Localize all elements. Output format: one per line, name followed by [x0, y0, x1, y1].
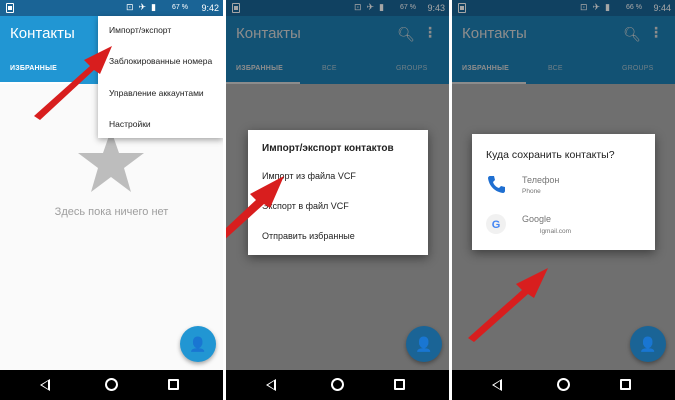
tab-favorites[interactable]: ИЗБРАННЫЕ — [10, 65, 57, 72]
svg-text:G: G — [492, 219, 501, 231]
account-name: Телефон — [522, 175, 560, 185]
add-contact-button: 👤 — [630, 326, 666, 362]
app-title: Контакты — [10, 25, 75, 42]
star-icon — [78, 130, 144, 192]
nav-bar — [0, 370, 223, 400]
recents-icon[interactable] — [394, 379, 405, 390]
add-person-icon: 👤 — [639, 336, 657, 352]
scrim-top — [226, 16, 449, 84]
menu-item-manage-accounts[interactable]: Управление аккаунтами — [109, 88, 204, 98]
back-icon[interactable] — [40, 379, 50, 391]
battery-percent: 67 % — [172, 4, 188, 11]
account-email: lgmail.com — [540, 228, 572, 235]
add-person-icon: 👤 — [189, 336, 207, 352]
phone-icon — [488, 176, 505, 193]
status-bar: ⊡✈▮ 67 % 9:42 — [0, 0, 223, 16]
scrim-status — [226, 0, 449, 16]
home-icon[interactable] — [557, 378, 570, 391]
status-icons: ⊡✈▮ — [126, 2, 162, 12]
scrim-status — [452, 0, 675, 16]
import-vcf-option[interactable]: Импорт из файла VCF — [262, 171, 356, 181]
add-person-icon: 👤 — [415, 336, 433, 352]
menu-item-blocked-numbers[interactable]: Заблокированные номера — [109, 56, 212, 66]
import-export-dialog: Импорт/экспорт контактов Импорт из файла… — [248, 130, 428, 255]
menu-item-import-export[interactable]: Импорт/экспорт — [109, 25, 171, 35]
recents-icon[interactable] — [620, 379, 631, 390]
screen-contacts-menu: ⊡✈▮ 67 % 9:42 Контакты ИЗБРАННЫЕ Здесь п… — [0, 0, 223, 400]
share-favorites-option[interactable]: Отправить избранные — [262, 231, 355, 241]
empty-message: Здесь пока ничего нет — [54, 206, 169, 218]
status-time: 9:42 — [201, 3, 219, 13]
nav-bar — [452, 370, 675, 400]
scrim-top — [452, 16, 675, 84]
recents-icon[interactable] — [168, 379, 179, 390]
home-icon[interactable] — [105, 378, 118, 391]
google-icon: G — [486, 214, 506, 234]
screen-save-location-dialog: ⊡✈▮ 66 % 9:44 Контакты 🔍︎ ⋮ ИЗБРАННЫЕ ВС… — [452, 0, 675, 400]
menu-item-settings[interactable]: Настройки — [109, 119, 151, 129]
overflow-menu: Импорт/экспорт Заблокированные номера Уп… — [98, 16, 223, 138]
export-vcf-option[interactable]: Экспорт в файл VCF — [262, 201, 349, 211]
add-contact-button: 👤 — [406, 326, 442, 362]
save-location-dialog: Куда сохранить контакты? Телефон Phone G… — [472, 134, 655, 250]
account-type: Phone — [522, 188, 541, 195]
dialog-title: Куда сохранить контакты? — [486, 149, 615, 161]
home-icon[interactable] — [331, 378, 344, 391]
screen-import-export-dialog: ⊡✈▮ 67 % 9:43 Контакты 🔍︎ ⋮ ИЗБРАННЫЕ ВС… — [226, 0, 449, 400]
back-icon[interactable] — [266, 379, 276, 391]
back-icon[interactable] — [492, 379, 502, 391]
sim-icon — [6, 3, 14, 13]
add-contact-button[interactable]: 👤 — [180, 326, 216, 362]
nav-bar — [226, 370, 449, 400]
dialog-title: Импорт/экспорт контактов — [262, 143, 394, 154]
account-name: Google — [522, 214, 552, 224]
